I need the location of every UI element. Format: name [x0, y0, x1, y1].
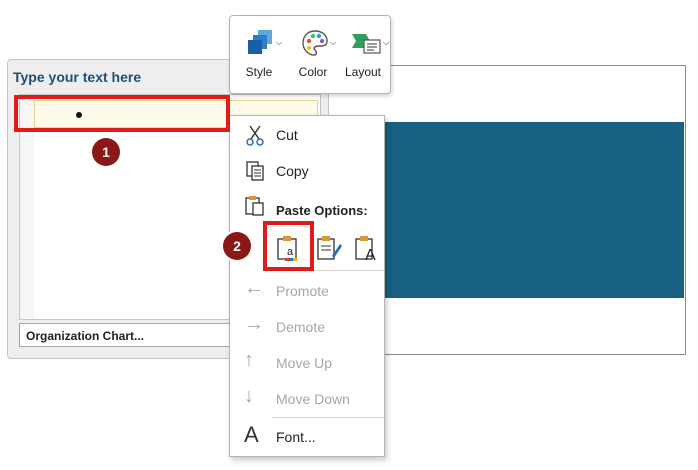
context-menu: Cut Copy Paste Options: a A ← Promote → … [229, 115, 385, 457]
layout-button[interactable]: ⌵ Layout [338, 24, 390, 90]
style-button[interactable]: ⌵ Style [234, 24, 284, 90]
menu-label-move-up: Move Up [276, 355, 333, 371]
step-badge-1: 1 [92, 138, 120, 166]
menu-label-copy: Copy [276, 163, 309, 179]
menu-label-cut: Cut [276, 127, 298, 143]
scissors-icon [246, 125, 264, 146]
chevron-down-icon: ⌵ [276, 38, 283, 47]
layout-label: Layout [344, 65, 382, 79]
paste-options-heading: Paste Options: [276, 203, 368, 218]
arrow-right-icon: → [244, 313, 264, 335]
svg-text:A: A [365, 247, 376, 264]
copy-icon [246, 161, 264, 181]
menu-label-promote: Promote [276, 283, 329, 299]
arrow-left-icon: ← [244, 277, 264, 299]
menu-item-demote[interactable]: → Demote [230, 310, 384, 344]
menu-item-move-down[interactable]: ↓ Move Down [230, 382, 384, 416]
menu-item-move-up[interactable]: ↑ Move Up [230, 346, 384, 380]
menu-item-font[interactable]: A Font... [230, 420, 384, 454]
chevron-down-icon: ⌵ [330, 38, 337, 47]
smartart-style-icon [248, 30, 272, 54]
menu-item-promote[interactable]: ← Promote [230, 274, 384, 308]
organization-chart-button[interactable]: Organization Chart... [19, 323, 234, 347]
paste-options-icon [245, 196, 264, 216]
menu-label-demote: Demote [276, 319, 326, 335]
color-label: Color [298, 65, 328, 79]
font-icon: A [244, 422, 259, 447]
step-badge-2: 2 [223, 232, 251, 260]
color-button[interactable]: ⌵ Color [288, 24, 338, 90]
menu-item-cut[interactable]: Cut [230, 118, 384, 152]
smartart-layout-icon [352, 34, 381, 54]
style-label: Style [245, 65, 273, 79]
paste-text-only-icon: A [355, 236, 376, 264]
highlight-paste-button [263, 221, 314, 271]
highlight-bullet-line [14, 95, 230, 132]
menu-item-copy[interactable]: Copy [230, 154, 384, 188]
menu-label-font: Font... [276, 429, 316, 445]
smartart-shape[interactable] [368, 122, 684, 298]
chevron-down-icon: ⌵ [383, 38, 390, 47]
arrow-up-icon: ↑ [244, 349, 254, 371]
mini-toolbar: ⌵ Style ⌵ Color ⌵ Layout [229, 15, 391, 94]
palette-icon [302, 30, 328, 56]
menu-label-move-down: Move Down [276, 391, 350, 407]
paste-keep-text-only-button[interactable]: A [350, 232, 382, 264]
text-pane-title: Type your text here [13, 69, 142, 85]
menu-separator [272, 417, 384, 418]
paste-merge-formatting-button[interactable] [312, 232, 344, 264]
arrow-down-icon: ↓ [244, 385, 254, 407]
paste-merge-formatting-icon [317, 236, 342, 260]
